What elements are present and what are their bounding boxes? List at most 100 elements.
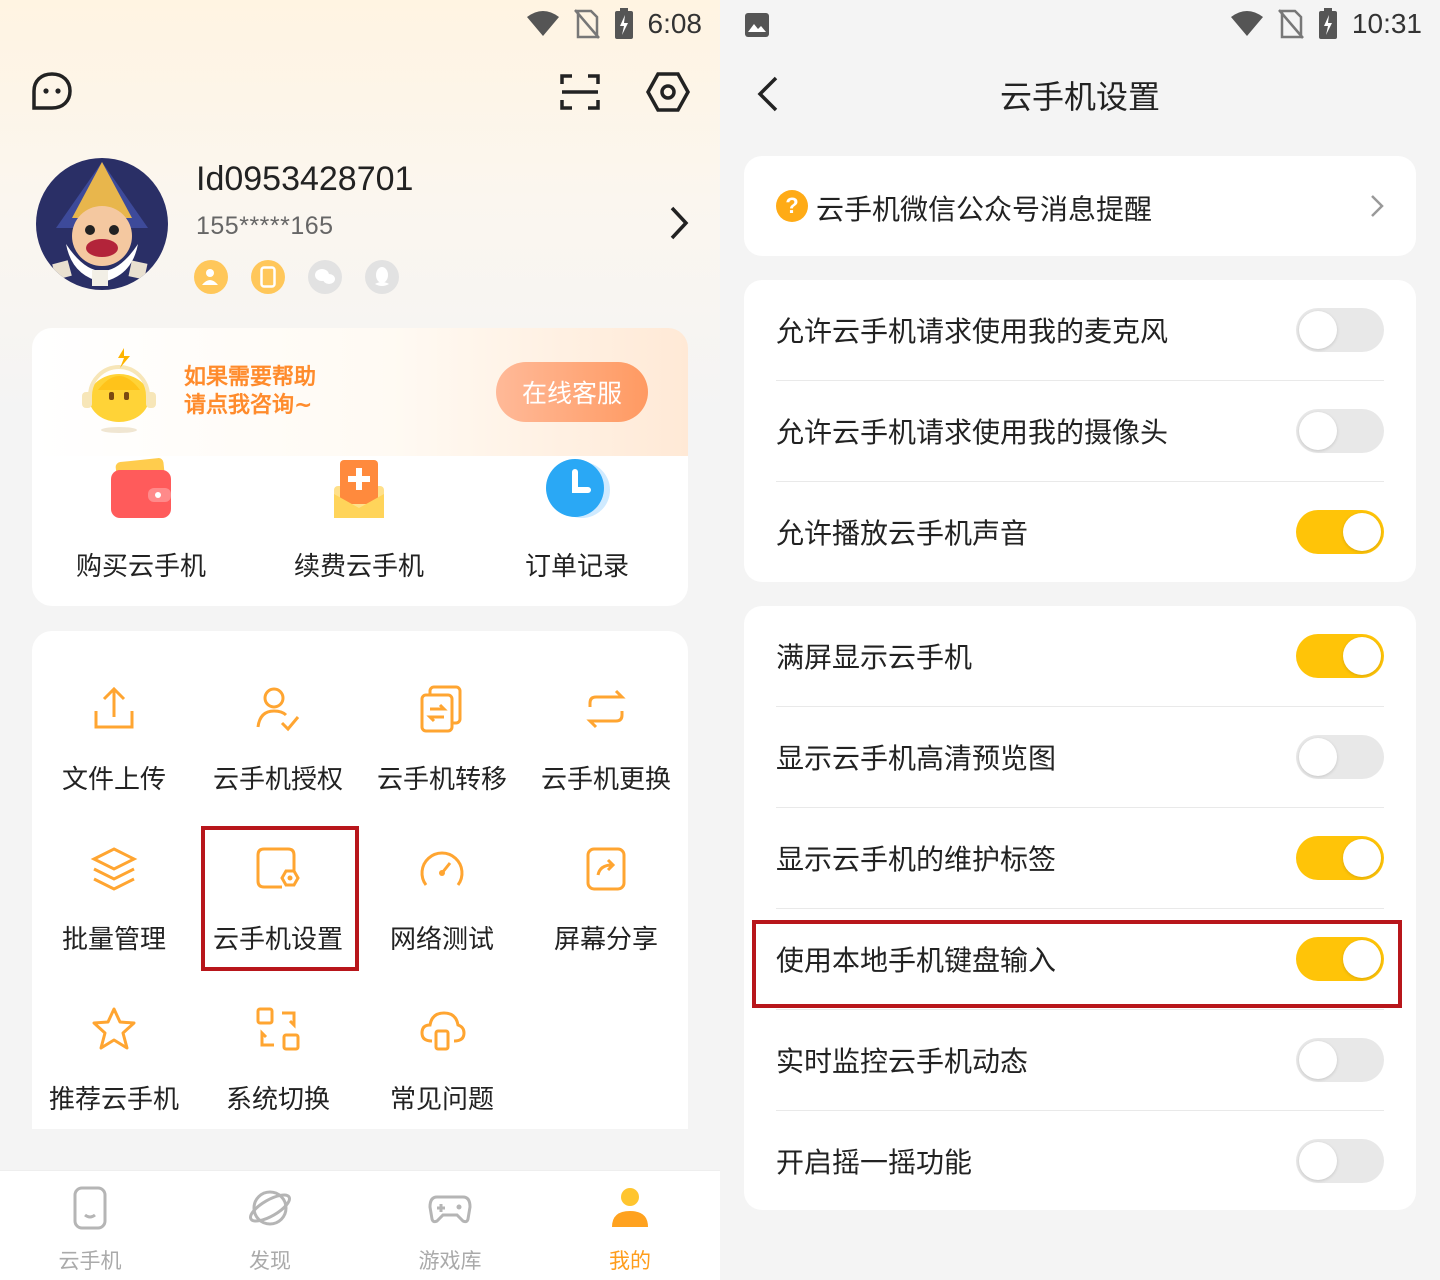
transfer-icon <box>420 685 462 733</box>
maintenance-tag-toggle[interactable] <box>1296 836 1384 880</box>
cloud-question-icon <box>420 1011 466 1051</box>
share-icon <box>586 847 626 891</box>
clock-icon <box>546 459 610 518</box>
back-arrow-icon[interactable] <box>748 72 788 116</box>
account-badges <box>194 260 399 294</box>
wifi-icon <box>526 11 559 36</box>
grid-label: 推荐云手机 <box>48 1085 179 1115</box>
fullscreen-toggle[interactable] <box>1296 634 1384 678</box>
verified-user-icon[interactable] <box>194 260 228 294</box>
speedometer-icon <box>420 851 464 886</box>
star-icon <box>92 1007 136 1050</box>
qq-icon[interactable] <box>365 260 399 294</box>
battery-charging-icon <box>614 8 633 39</box>
tab-label: 云手机 <box>58 1249 122 1273</box>
tab-cloud-phone[interactable]: 云手机 <box>0 1185 180 1275</box>
grid-label: 文件上传 <box>61 765 166 795</box>
system-switch-button[interactable]: 系统切换 <box>196 1005 360 1116</box>
layers-icon <box>90 847 138 891</box>
avatar[interactable] <box>36 158 168 290</box>
order-history-button[interactable]: 订单记录 <box>477 456 677 583</box>
toggle-knob <box>1299 1041 1337 1079</box>
question-icon: ? <box>776 190 808 222</box>
sound-toggle[interactable] <box>1296 510 1384 554</box>
toggle-knob <box>1299 1142 1337 1180</box>
cloud-phone-replace-button[interactable]: 云手机更换 <box>524 685 688 796</box>
mobile-bound-icon[interactable] <box>251 260 285 294</box>
tab-discover[interactable]: 发现 <box>180 1185 360 1275</box>
online-support-button[interactable]: 在线客服 <box>496 362 648 422</box>
hd-preview-toggle[interactable] <box>1296 735 1384 779</box>
cloud-phone-transfer-button[interactable]: 云手机转移 <box>360 685 524 796</box>
mascot-icon <box>82 348 156 433</box>
gamepad-icon <box>428 1195 472 1224</box>
highlight-box <box>752 920 1402 1008</box>
camera-toggle[interactable] <box>1296 409 1384 453</box>
tab-label: 游戏库 <box>418 1249 482 1273</box>
microphone-toggle[interactable] <box>1296 308 1384 352</box>
buy-label: 购买云手机 <box>75 552 206 582</box>
user-check-icon <box>256 687 300 732</box>
grid-label: 云手机更换 <box>540 765 671 795</box>
wechat-reminder-label: 云手机微信公众号消息提醒 <box>816 193 1153 226</box>
toggle-knob <box>1343 637 1381 675</box>
tab-label: 我的 <box>609 1249 651 1273</box>
setting-label: 允许云手机请求使用我的麦克风 <box>776 315 1169 348</box>
setting-label: 允许播放云手机声音 <box>776 517 1029 550</box>
wechat-icon[interactable] <box>308 260 342 294</box>
tab-game-library[interactable]: 游戏库 <box>360 1185 540 1275</box>
wechat-reminder-row[interactable]: ? 云手机微信公众号消息提醒 <box>776 156 1384 256</box>
toggle-knob <box>1343 513 1381 551</box>
grid-label: 屏幕分享 <box>553 925 658 955</box>
grid-label: 常见问题 <box>389 1085 494 1115</box>
wizard-avatar-image <box>36 158 168 290</box>
file-upload-button[interactable]: 文件上传 <box>32 685 196 796</box>
setting-label: 显示云手机高清预览图 <box>776 742 1057 775</box>
faq-button[interactable]: 常见问题 <box>360 1005 524 1116</box>
batch-manage-button[interactable]: 批量管理 <box>32 845 196 956</box>
help-line-2: 请点我咨询~ <box>184 393 313 418</box>
scan-icon[interactable] <box>558 70 602 114</box>
battery-charging-icon <box>1318 8 1337 39</box>
user-icon <box>612 1188 648 1227</box>
settings-row-microphone: 允许云手机请求使用我的麦克风 <box>776 280 1384 381</box>
buy-cloud-phone-button[interactable]: 购买云手机 <box>41 456 241 583</box>
toggle-knob <box>1343 839 1381 877</box>
wechat-reminder-card[interactable]: ? 云手机微信公众号消息提醒 <box>744 156 1416 256</box>
setting-label: 开启摇一摇功能 <box>776 1146 973 1179</box>
network-test-button[interactable]: 网络测试 <box>360 845 524 956</box>
settings-row-sound: 允许播放云手机声音 <box>776 482 1384 583</box>
profile-screen: 6:08 Id0953428701 155*****165 如果需要帮助 请点我… <box>0 0 720 1280</box>
username: Id0953428701 <box>196 160 414 198</box>
screen-share-button[interactable]: 屏幕分享 <box>524 845 688 956</box>
message-bubble-icon[interactable] <box>30 70 74 114</box>
settings-row-realtime-monitor: 实时监控云手机动态 <box>776 1010 1384 1111</box>
renew-cloud-phone-button[interactable]: 续费云手机 <box>259 456 459 583</box>
status-bar: 6:08 <box>0 0 720 52</box>
page-title: 云手机设置 <box>999 78 1160 116</box>
tab-mine[interactable]: 我的 <box>540 1185 720 1275</box>
planet-icon <box>249 1190 291 1226</box>
display-settings-group: 满屏显示云手机 显示云手机高清预览图 显示云手机的维护标签 使用本地手机键盘输入… <box>744 606 1416 1210</box>
profile-chevron-right-icon[interactable] <box>666 204 692 242</box>
status-time: 10:31 <box>1351 8 1422 39</box>
setting-label: 满屏显示云手机 <box>776 641 973 674</box>
status-time: 6:08 <box>647 8 703 39</box>
settings-row-camera: 允许云手机请求使用我的摄像头 <box>776 381 1384 482</box>
swap-icon <box>586 689 626 729</box>
function-grid: 文件上传 云手机授权 云手机转移 云手机更换 批量管理 云手机设置 网络测试 屏… <box>32 631 688 1129</box>
recommend-cloud-phone-button[interactable]: 推荐云手机 <box>32 1005 196 1116</box>
renew-label: 续费云手机 <box>293 552 424 582</box>
realtime-monitor-toggle[interactable] <box>1296 1038 1384 1082</box>
cloud-phone-authorize-button[interactable]: 云手机授权 <box>196 685 360 796</box>
grid-label: 云手机转移 <box>376 765 507 795</box>
grid-label: 批量管理 <box>61 925 166 955</box>
help-line-1: 如果需要帮助 <box>184 365 317 390</box>
settings-hex-icon[interactable] <box>646 70 690 114</box>
phone-number: 155*****165 <box>196 212 334 240</box>
permission-settings-group: 允许云手机请求使用我的麦克风 允许云手机请求使用我的摄像头 允许播放云手机声音 <box>744 280 1416 582</box>
shake-toggle[interactable] <box>1296 1139 1384 1183</box>
toggle-knob <box>1299 412 1337 450</box>
cloud-phone-settings-screen: 10:31 云手机设置 ? 云手机微信公众号消息提醒 允许云手机请求使用我的麦克… <box>720 0 1440 1280</box>
toggle-knob <box>1299 311 1337 349</box>
